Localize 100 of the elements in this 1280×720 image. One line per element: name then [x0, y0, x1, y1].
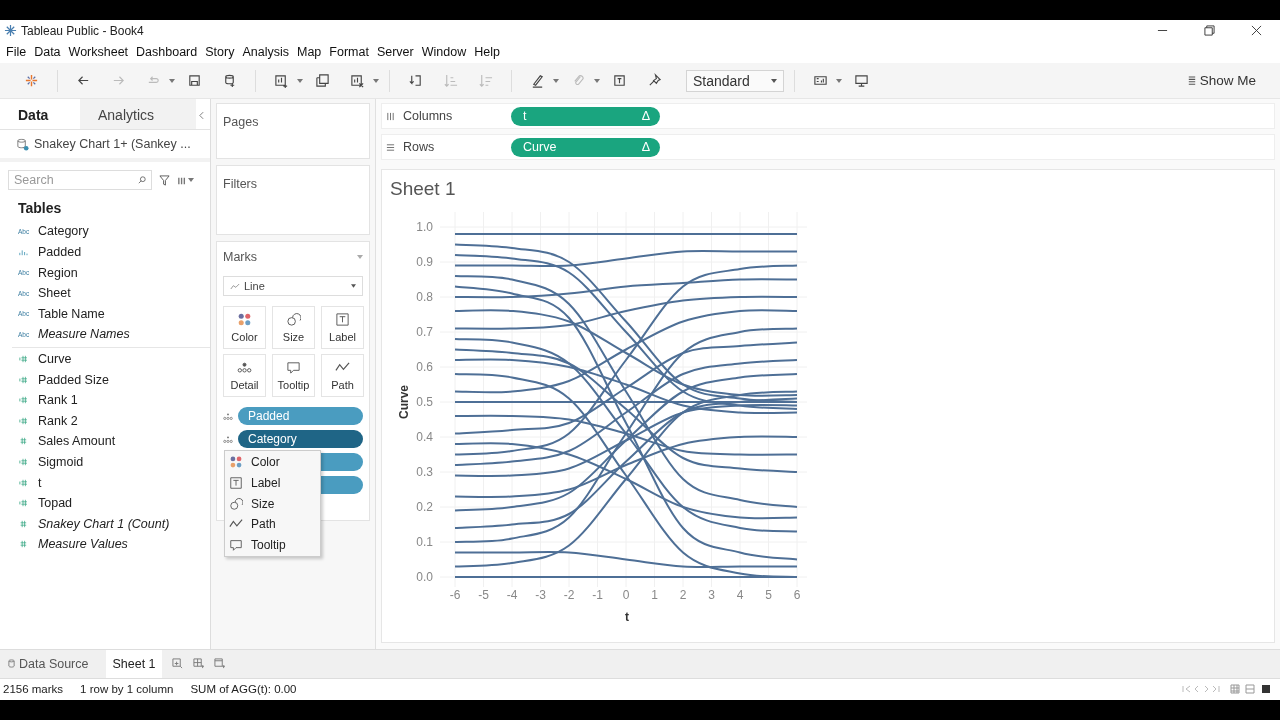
swap-icon[interactable]	[408, 73, 423, 89]
menu-item[interactable]: Tooltip	[225, 534, 320, 556]
size-button[interactable]: Size	[272, 306, 315, 350]
axis-tick-label: 6	[793, 588, 801, 603]
field-name[interactable]: Measure Names	[38, 327, 130, 342]
caret-icon[interactable]	[169, 78, 175, 83]
collapse-icon[interactable]	[199, 111, 204, 121]
status-text: 1 row by 1 column	[80, 683, 174, 696]
axis-tick-label: 1	[651, 588, 658, 603]
menu-item[interactable]: Window	[421, 45, 467, 60]
caret-icon[interactable]	[836, 78, 842, 83]
new-dashboard-icon[interactable]	[192, 658, 204, 670]
field-name[interactable]: Topad	[38, 496, 73, 511]
axis-tick-label: 3	[708, 588, 715, 603]
caret-icon[interactable]	[357, 255, 363, 260]
axis-tick-label: 0.6	[416, 360, 433, 375]
axis-tick-label: 0.3	[416, 465, 433, 480]
detail-button[interactable]: Detail	[223, 354, 266, 398]
field-name[interactable]: Snakey Chart 1 (Count)	[38, 516, 170, 531]
axis-tick-label: 0.0	[416, 570, 433, 585]
sheet-title: Sheet 1	[390, 178, 457, 201]
new-worksheet-icon[interactable]	[274, 73, 289, 89]
tooltip-button[interactable]: Tooltip	[272, 354, 315, 398]
menu-item[interactable]: File	[6, 45, 27, 60]
field-name[interactable]: t	[38, 475, 42, 490]
logo-icon[interactable]	[24, 73, 39, 89]
field-name[interactable]: Rank 2	[38, 413, 78, 428]
caret-icon[interactable]	[373, 78, 379, 83]
shelf-label: Columns	[403, 109, 454, 124]
menu-item[interactable]: Story	[205, 45, 235, 60]
caret-icon[interactable]	[553, 78, 559, 83]
menu-item[interactable]: Server	[376, 45, 414, 60]
label-button[interactable]: Label	[321, 306, 364, 350]
caret-icon[interactable]	[594, 78, 600, 83]
calculated-measure-icon	[18, 478, 28, 487]
axis-title: Curve	[397, 385, 411, 420]
mark-type-dropdown[interactable]: Line	[223, 276, 363, 297]
menu-item[interactable]: Analysis	[242, 45, 289, 60]
save-icon[interactable]	[187, 73, 202, 89]
fit-dropdown[interactable]: Standard	[686, 69, 784, 92]
data-source-name[interactable]: Snakey Chart 1+ (Sankey ...	[34, 137, 191, 152]
field-name[interactable]: Sheet	[38, 286, 71, 301]
filters-title: Filters	[223, 177, 258, 192]
menu-item[interactable]: Path	[225, 513, 320, 535]
field-name[interactable]: Curve	[38, 352, 72, 367]
menu-item[interactable]: Worksheet	[68, 45, 129, 60]
field-pill[interactable]: Category	[238, 430, 363, 449]
color-button[interactable]: Color	[223, 306, 266, 350]
clear-sheet-icon[interactable]	[350, 73, 365, 89]
duplicate-icon[interactable]	[315, 73, 330, 89]
search-icon[interactable]	[138, 176, 146, 185]
new-data-source-icon[interactable]	[222, 73, 237, 89]
menu-item[interactable]: Map	[296, 45, 322, 60]
field-name[interactable]: Measure Values	[38, 537, 128, 552]
field-name[interactable]: Category	[38, 224, 89, 239]
close-icon[interactable]	[1251, 25, 1262, 37]
search-field[interactable]: Search	[8, 170, 152, 191]
measure-icon	[18, 519, 28, 528]
view-mode-icon[interactable]	[1230, 684, 1272, 695]
pen-icon[interactable]	[530, 73, 545, 89]
menu-item[interactable]: Color	[225, 452, 320, 473]
menu-item[interactable]: Data	[34, 45, 61, 60]
menu-item[interactable]: Label	[225, 472, 320, 494]
caret-icon[interactable]	[188, 178, 194, 183]
caret-icon[interactable]	[297, 78, 303, 83]
calculated-measure-icon	[18, 499, 28, 508]
show-me-button[interactable]: Show Me	[1185, 71, 1258, 91]
field-name[interactable]: Padded	[38, 245, 82, 260]
field-name[interactable]: Table Name	[38, 306, 105, 321]
tooltip-icon	[286, 360, 301, 376]
size-icon	[286, 312, 301, 328]
sheet-tab[interactable]: Sheet 1	[106, 650, 162, 678]
window-title: Tableau Public - Book4	[21, 23, 144, 38]
menu-item[interactable]: Size	[225, 493, 320, 514]
columns-icon	[386, 111, 395, 121]
field-name[interactable]: Sales Amount	[38, 434, 116, 449]
presentation-icon[interactable]	[854, 73, 869, 89]
axis-tick-label: 0	[622, 588, 630, 603]
new-worksheet-icon[interactable]	[171, 658, 183, 670]
filter-icon[interactable]	[159, 174, 170, 186]
color-icon	[229, 455, 243, 470]
field-name[interactable]: Rank 1	[38, 393, 78, 408]
restore-icon[interactable]	[1204, 25, 1215, 37]
new-story-icon[interactable]	[213, 658, 225, 670]
field-name[interactable]: Region	[38, 265, 78, 280]
sheet-tab[interactable]: Data Source	[0, 650, 101, 678]
detail-icon	[223, 435, 233, 444]
data-source-icon	[16, 137, 29, 151]
field-name[interactable]: Sigmoid	[38, 455, 84, 469]
menu-item[interactable]: Help	[474, 45, 500, 60]
text-label-icon[interactable]	[612, 73, 627, 89]
path-button[interactable]: Path	[321, 354, 364, 398]
axis-tick-label: 0.7	[416, 325, 433, 340]
bin-type-icon	[18, 248, 28, 257]
menu-item[interactable]: Dashboard	[136, 45, 198, 60]
axis-tick-label: -1	[592, 588, 603, 603]
pane-tab[interactable]: Analytics	[80, 99, 196, 130]
menu-item[interactable]: Format	[329, 45, 369, 60]
field-name[interactable]: Padded Size	[38, 372, 109, 387]
label-icon	[335, 312, 350, 328]
